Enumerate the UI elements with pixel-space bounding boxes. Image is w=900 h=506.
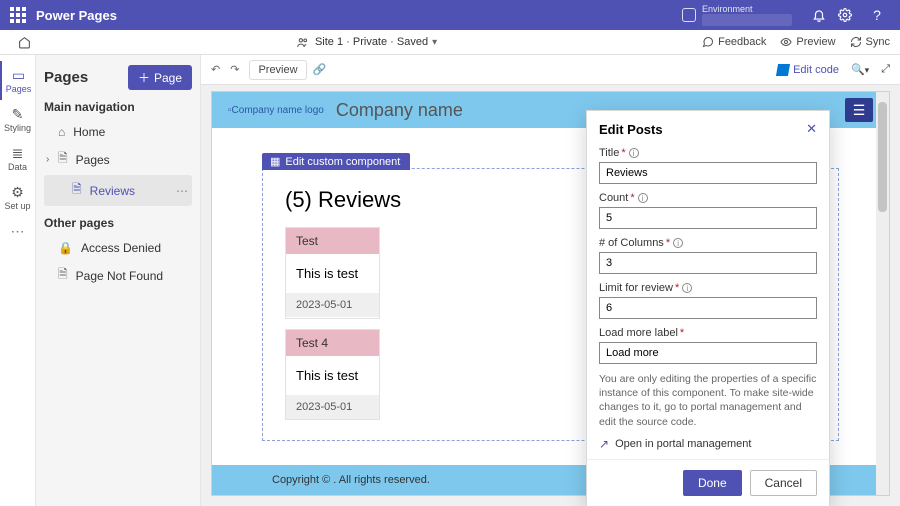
site-bar: Site 1 · Private · Saved ▾ Feedback Prev… bbox=[0, 30, 900, 55]
nav-home[interactable]: ⌂Home bbox=[44, 120, 192, 144]
close-icon[interactable]: ✕ bbox=[806, 121, 817, 137]
new-page-button[interactable]: ＋Page bbox=[128, 65, 192, 90]
settings-icon[interactable] bbox=[838, 8, 864, 22]
sidebar: Pages ＋Page Main navigation ⌂Home › 🗎Page… bbox=[36, 55, 201, 506]
canvas-area: ↶ ↷ Preview 🔗 Edit code 🔍▾ ⤢ ▫Company na… bbox=[201, 55, 900, 506]
notifications-icon[interactable] bbox=[812, 8, 838, 22]
info-icon[interactable]: i bbox=[673, 238, 683, 248]
left-rail: ▭Pages ✎Styling ≣Data ⚙Set up ⋯ bbox=[0, 55, 36, 506]
environment-picker[interactable]: Environment bbox=[682, 4, 792, 26]
chevron-down-icon[interactable]: ▾ bbox=[432, 37, 437, 48]
chevron-right-icon[interactable]: › bbox=[46, 154, 49, 165]
panel-title: Edit Posts bbox=[599, 122, 806, 137]
canvas-toolbar: ↶ ↷ Preview 🔗 Edit code 🔍▾ ⤢ bbox=[201, 55, 900, 85]
zoom-icon[interactable]: 🔍▾ bbox=[851, 63, 869, 76]
environment-label: Environment bbox=[702, 4, 792, 14]
open-portal-link[interactable]: ↗ Open in portal management bbox=[599, 437, 817, 451]
field-label-loadmore: Load more label* bbox=[599, 327, 817, 339]
edit-code-button[interactable]: Edit code bbox=[777, 64, 839, 76]
site-name: Company name bbox=[336, 100, 463, 121]
site-logo-placeholder: ▫Company name logo bbox=[228, 105, 324, 116]
cancel-button[interactable]: Cancel bbox=[750, 470, 817, 496]
page-icon: 🗎 bbox=[58, 149, 68, 170]
vscode-icon bbox=[776, 64, 790, 76]
field-label-cols: # of Columns*i bbox=[599, 237, 817, 249]
component-icon: ▦ bbox=[270, 155, 280, 168]
external-link-icon: ↗ bbox=[599, 437, 609, 451]
lock-icon: 🔒 bbox=[58, 241, 73, 255]
section-other: Other pages bbox=[44, 216, 192, 230]
count-input[interactable] bbox=[599, 207, 817, 229]
loadmore-input[interactable] bbox=[599, 342, 817, 364]
panel-note: You are only editing the properties of a… bbox=[599, 372, 817, 429]
fullscreen-icon[interactable]: ⤢ bbox=[881, 63, 890, 76]
app-bar: Power Pages Environment ? bbox=[0, 0, 900, 30]
scrollbar-thumb[interactable] bbox=[878, 102, 887, 212]
review-card: Test This is test 2023-05-01 bbox=[285, 227, 380, 319]
link-icon[interactable]: 🔗 bbox=[313, 63, 327, 76]
preview-button[interactable]: Preview bbox=[249, 60, 306, 80]
app-launcher-icon[interactable] bbox=[10, 7, 26, 23]
rail-styling[interactable]: ✎Styling bbox=[0, 100, 35, 139]
preview-link[interactable]: Preview bbox=[780, 36, 835, 48]
done-button[interactable]: Done bbox=[683, 470, 742, 496]
rail-more[interactable]: ⋯ bbox=[11, 223, 25, 240]
card-timestamp: 2023-05-01 bbox=[286, 293, 379, 317]
info-icon[interactable]: i bbox=[638, 193, 648, 203]
nav-access-denied[interactable]: 🔒Access Denied bbox=[44, 236, 192, 260]
plus-icon: ＋ bbox=[138, 69, 150, 86]
page-icon: 🗎 bbox=[72, 180, 82, 201]
rail-setup[interactable]: ⚙Set up bbox=[0, 178, 35, 217]
rail-data[interactable]: ≣Data bbox=[0, 139, 35, 178]
environment-value bbox=[702, 14, 792, 26]
rail-pages[interactable]: ▭Pages bbox=[0, 61, 35, 100]
feedback-link[interactable]: Feedback bbox=[702, 36, 766, 48]
nav-pages[interactable]: ›🗎Pages bbox=[44, 144, 192, 175]
hamburger-icon[interactable]: ☰ bbox=[845, 98, 873, 122]
edit-posts-panel: Edit Posts ✕ Title*i Count*i # of Column… bbox=[586, 110, 830, 506]
undo-icon[interactable]: ↶ bbox=[211, 63, 220, 76]
section-main-nav: Main navigation bbox=[44, 100, 192, 114]
product-title: Power Pages bbox=[36, 8, 117, 23]
cols-input[interactable] bbox=[599, 252, 817, 274]
field-label-limit: Limit for review*i bbox=[599, 282, 817, 294]
help-icon[interactable]: ? bbox=[864, 7, 890, 23]
nav-reviews[interactable]: 🗎Reviews⋯ bbox=[44, 175, 192, 206]
card-title: Test 4 bbox=[296, 336, 328, 350]
review-card: Test 4 This is test 2023-05-01 bbox=[285, 329, 380, 420]
card-body: This is test bbox=[286, 356, 379, 395]
title-input[interactable] bbox=[599, 162, 817, 184]
more-icon[interactable]: ⋯ bbox=[176, 184, 188, 198]
sidebar-title: Pages bbox=[44, 69, 88, 86]
environment-icon bbox=[682, 8, 696, 22]
people-icon bbox=[296, 36, 309, 49]
info-icon[interactable]: i bbox=[629, 148, 639, 158]
card-timestamp: 2023-05-01 bbox=[286, 395, 379, 419]
home-icon: ⌂ bbox=[58, 125, 65, 139]
page-icon: 🗎 bbox=[58, 265, 68, 286]
field-label-count: Count*i bbox=[599, 192, 817, 204]
card-body: This is test bbox=[286, 254, 379, 293]
info-icon[interactable]: i bbox=[682, 283, 692, 293]
limit-input[interactable] bbox=[599, 297, 817, 319]
component-tag[interactable]: ▦Edit custom component bbox=[262, 153, 410, 170]
site-status[interactable]: Site 1 · Private · Saved bbox=[315, 36, 428, 48]
sync-link[interactable]: Sync bbox=[850, 36, 890, 48]
redo-icon[interactable]: ↷ bbox=[230, 63, 239, 76]
home-icon[interactable] bbox=[18, 36, 31, 49]
card-title: Test bbox=[296, 234, 318, 248]
nav-not-found[interactable]: 🗎Page Not Found bbox=[44, 260, 192, 291]
field-label-title: Title*i bbox=[599, 147, 817, 159]
